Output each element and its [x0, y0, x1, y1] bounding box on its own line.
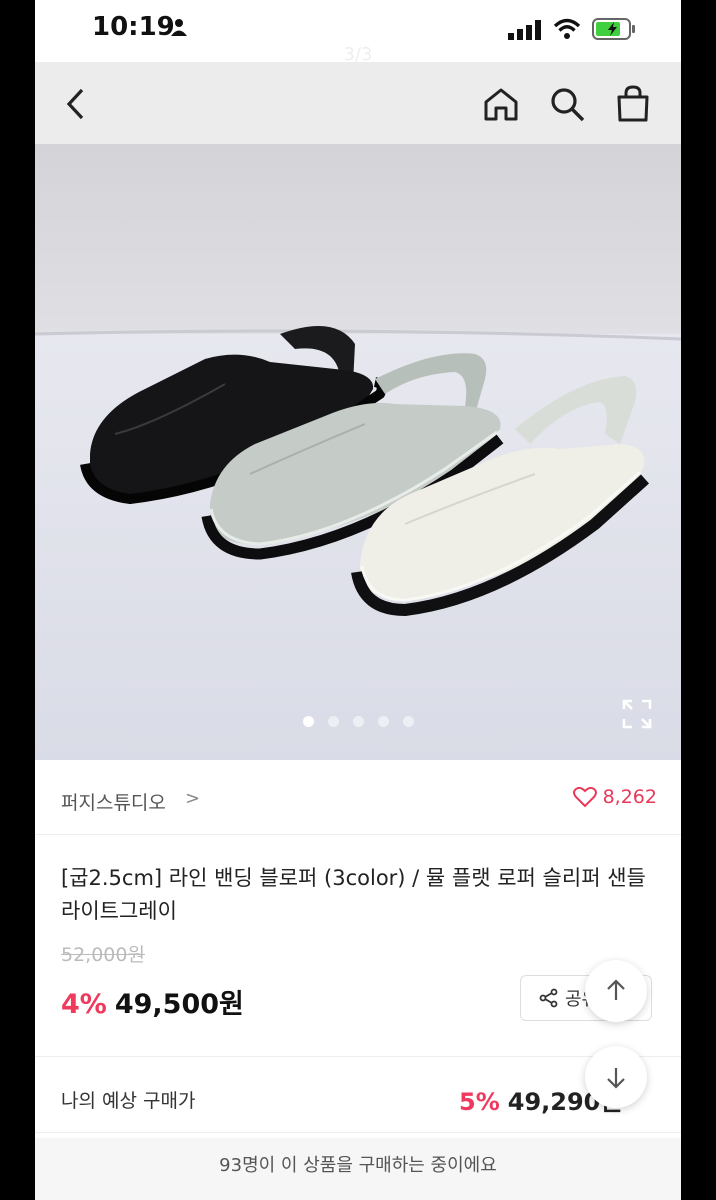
sale-price: 49,500원: [114, 989, 244, 1020]
search-icon[interactable]: [547, 84, 587, 124]
arrow-down-icon: [607, 1068, 625, 1089]
chevron-right-icon: >: [185, 788, 201, 809]
discount-rate: 4%: [61, 989, 107, 1020]
shopping-bag-icon[interactable]: [613, 84, 653, 124]
like-button[interactable]: 8,262: [572, 786, 657, 808]
viewer-page-count: 3/3: [343, 44, 373, 65]
signal-icon: [508, 20, 542, 44]
expected-price-label: 나의 예상 구매가: [61, 1090, 196, 1112]
purchase-activity-banner: 93명이 이 상품을 구매하는 중이에요: [35, 1138, 681, 1200]
scroll-top-button[interactable]: [585, 960, 647, 1022]
home-icon[interactable]: [481, 84, 521, 124]
brand-row[interactable]: 퍼지스튜디오 > 8,262: [35, 762, 681, 835]
arrow-up-icon: [607, 979, 625, 1000]
price-row: 4% 49,500원: [61, 982, 244, 1021]
pagination-dot[interactable]: [352, 716, 364, 727]
pagination-dot[interactable]: [327, 716, 339, 727]
close-icon[interactable]: [644, 16, 676, 52]
like-count: 8,262: [602, 786, 657, 808]
app-header: [35, 62, 681, 144]
status-bar: 10:19 상품 사진 3/3: [0, 0, 716, 65]
brand-name[interactable]: 퍼지스튜디오: [61, 788, 166, 815]
wifi-icon: [553, 17, 581, 45]
share-icon: [539, 988, 558, 1008]
section-divider: [35, 1056, 681, 1057]
back-arrow-icon[interactable]: [57, 84, 97, 124]
pagination-dot[interactable]: [402, 716, 414, 727]
original-price: 52,000원: [61, 944, 145, 966]
app-screen: 퍼지스튜디오 > 8,262 [굽2.5cm] 라인 밴딩 블로퍼 (3colo…: [35, 0, 681, 1200]
pagination-dot[interactable]: [302, 716, 314, 727]
expected-discount: 5%: [459, 1088, 500, 1116]
product-image[interactable]: [35, 144, 681, 760]
scroll-bottom-button[interactable]: [585, 1046, 647, 1108]
image-pagination-dots: [35, 716, 681, 727]
pagination-dot[interactable]: [377, 716, 389, 727]
product-title: [굽2.5cm] 라인 밴딩 블로퍼 (3color) / 뮬 플랫 로퍼 슬리…: [61, 866, 646, 923]
expand-icon[interactable]: [621, 698, 653, 730]
battery-icon: [592, 17, 636, 45]
section-divider: [35, 1132, 681, 1133]
heart-icon: [572, 786, 597, 808]
